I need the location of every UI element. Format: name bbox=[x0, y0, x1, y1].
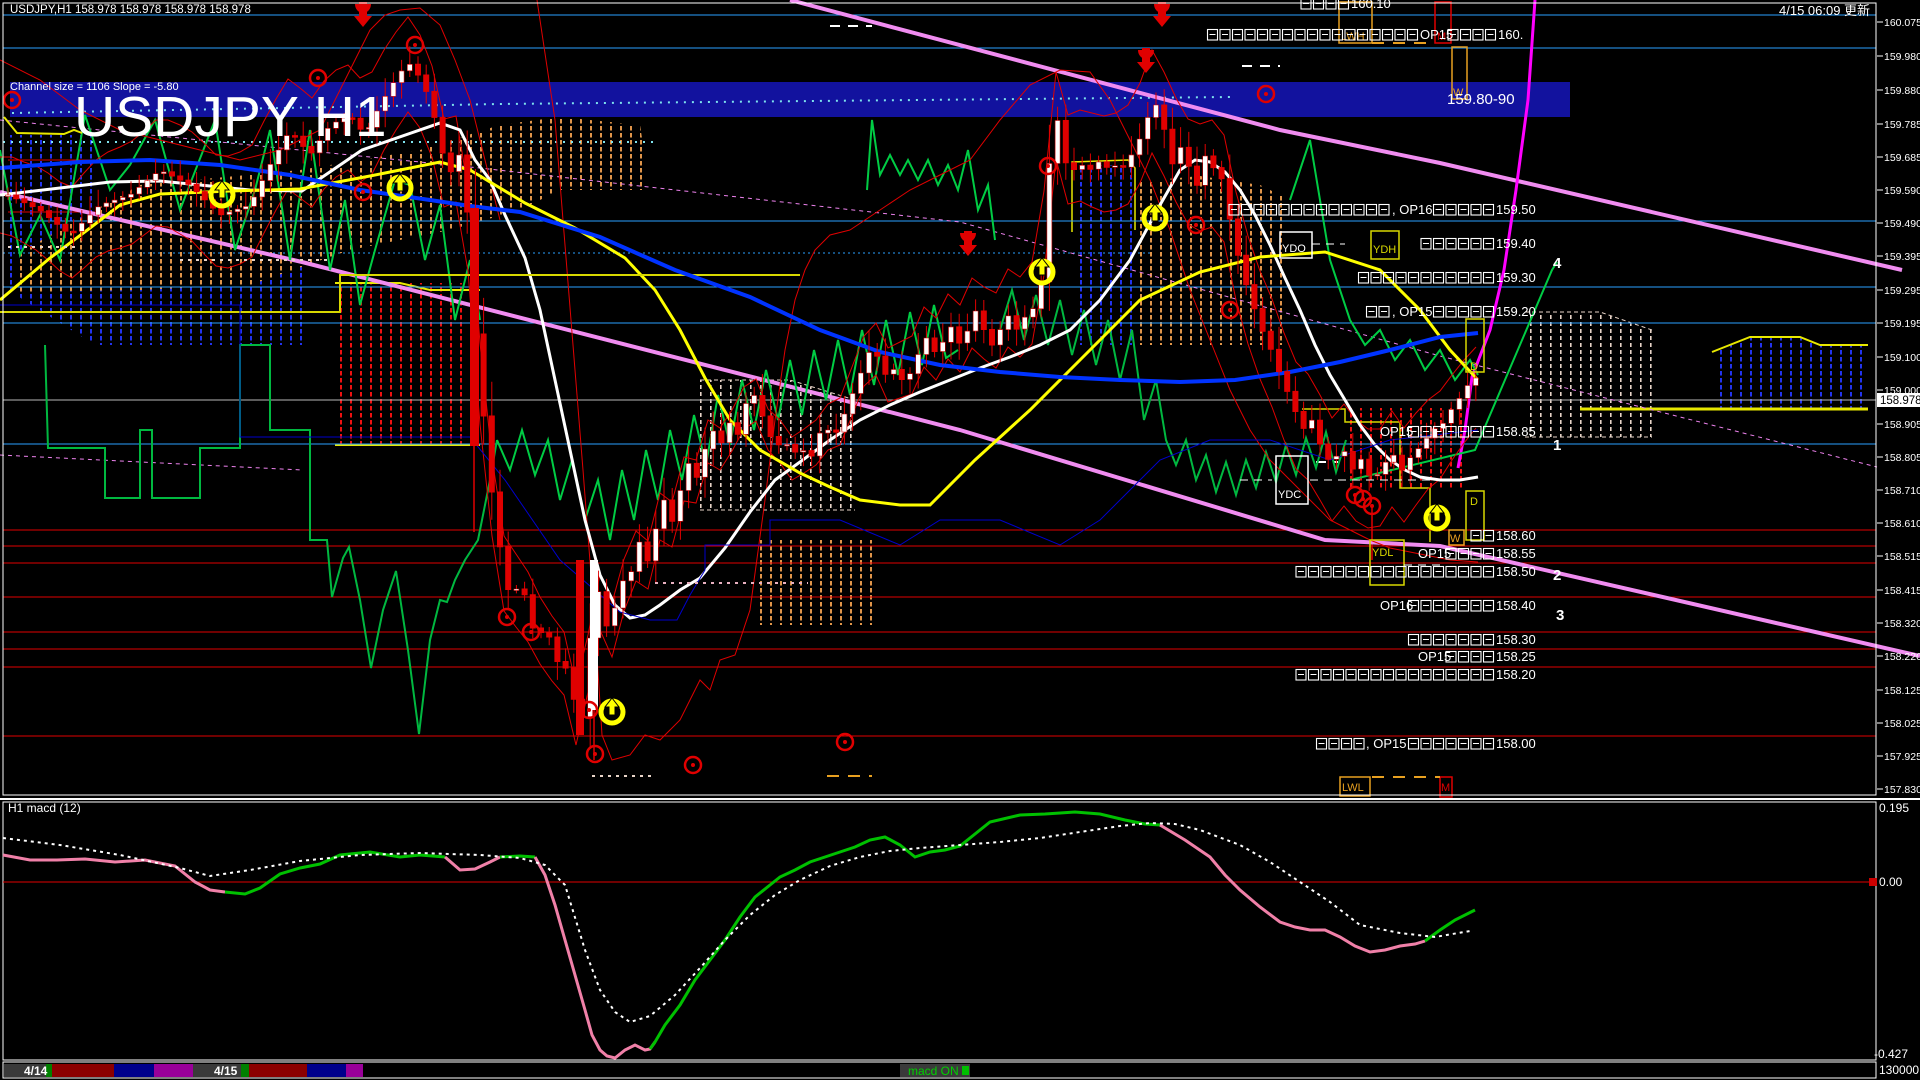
svg-text:158.40: 158.40 bbox=[1496, 598, 1536, 613]
svg-text:D: D bbox=[1470, 361, 1478, 373]
svg-text:H1 macd (12): H1 macd (12) bbox=[8, 801, 81, 815]
svg-text:0.00: 0.00 bbox=[1879, 875, 1903, 889]
svg-text:159.880: 159.880 bbox=[1884, 85, 1920, 97]
svg-text:, OP15: , OP15 bbox=[1392, 304, 1432, 319]
svg-text:4: 4 bbox=[1553, 255, 1562, 272]
svg-text:159.30: 159.30 bbox=[1496, 270, 1536, 285]
svg-text:158.125: 158.125 bbox=[1884, 685, 1920, 697]
svg-text:158.60: 158.60 bbox=[1496, 528, 1536, 543]
svg-text:158.905: 158.905 bbox=[1884, 419, 1920, 431]
svg-text:159.40: 159.40 bbox=[1496, 236, 1536, 251]
svg-text:4/14: 4/14 bbox=[24, 1064, 48, 1078]
svg-text:158.50: 158.50 bbox=[1496, 564, 1536, 579]
svg-text:YDH: YDH bbox=[1373, 244, 1396, 256]
svg-text:, OP15: , OP15 bbox=[1366, 736, 1406, 751]
svg-text:158.25: 158.25 bbox=[1496, 649, 1536, 664]
svg-text:158.00: 158.00 bbox=[1496, 736, 1536, 751]
svg-text:158.415: 158.415 bbox=[1884, 585, 1920, 597]
svg-text:159.490: 159.490 bbox=[1884, 218, 1920, 230]
svg-text:YDL: YDL bbox=[1372, 547, 1393, 559]
svg-text:159.980: 159.980 bbox=[1884, 51, 1920, 63]
svg-text:158.025: 158.025 bbox=[1884, 718, 1920, 730]
svg-text:4/15 06:09 更新: 4/15 06:09 更新 bbox=[1779, 3, 1870, 18]
svg-text:158.30: 158.30 bbox=[1496, 632, 1536, 647]
svg-text:158.515: 158.515 bbox=[1884, 551, 1920, 563]
svg-text:159.685: 159.685 bbox=[1884, 152, 1920, 164]
svg-text:159.590: 159.590 bbox=[1884, 185, 1920, 197]
svg-text:3: 3 bbox=[1556, 607, 1564, 624]
svg-text:USDJPY H1: USDJPY H1 bbox=[74, 85, 387, 149]
svg-text:157.925: 157.925 bbox=[1884, 751, 1920, 763]
svg-text:YDO: YDO bbox=[1282, 243, 1306, 255]
svg-text:D: D bbox=[1470, 496, 1478, 508]
svg-text:158.220: 158.220 bbox=[1884, 651, 1920, 663]
svg-text:YDC: YDC bbox=[1278, 489, 1301, 501]
svg-text:159.50: 159.50 bbox=[1496, 202, 1536, 217]
svg-text:158.710: 158.710 bbox=[1884, 485, 1920, 497]
svg-text:158.610: 158.610 bbox=[1884, 518, 1920, 530]
svg-text:160.10: 160.10 bbox=[1351, 0, 1391, 11]
svg-text:158.805: 158.805 bbox=[1884, 452, 1920, 464]
svg-text:159.395: 159.395 bbox=[1884, 251, 1920, 263]
svg-text:159.80-90: 159.80-90 bbox=[1447, 91, 1515, 108]
svg-text:0.195: 0.195 bbox=[1879, 801, 1909, 815]
svg-text:macd ON: macd ON bbox=[908, 1064, 959, 1078]
svg-text:159.785: 159.785 bbox=[1884, 119, 1920, 131]
svg-text:-0.427: -0.427 bbox=[1874, 1047, 1908, 1061]
svg-text:1: 1 bbox=[1553, 437, 1561, 454]
svg-text:USDJPY,H1 158.978 158.978 158: USDJPY,H1 158.978 158.978 158.978 158.97… bbox=[10, 4, 251, 16]
svg-text:157.830: 157.830 bbox=[1884, 784, 1920, 796]
svg-text:160.: 160. bbox=[1498, 27, 1523, 42]
svg-text:4/15: 4/15 bbox=[214, 1064, 238, 1078]
svg-text:158.978: 158.978 bbox=[1880, 395, 1920, 407]
svg-text:159.295: 159.295 bbox=[1884, 285, 1920, 297]
svg-text:158.55: 158.55 bbox=[1496, 546, 1536, 561]
svg-text:159.195: 159.195 bbox=[1884, 318, 1920, 330]
svg-text:130000: 130000 bbox=[1879, 1063, 1919, 1077]
svg-text:LWL: LWL bbox=[1342, 782, 1364, 794]
svg-text:158.320: 158.320 bbox=[1884, 618, 1920, 630]
svg-text:160.075: 160.075 bbox=[1884, 17, 1920, 29]
svg-text:W: W bbox=[1450, 533, 1461, 545]
svg-text:158.85: 158.85 bbox=[1496, 424, 1536, 439]
svg-text:2: 2 bbox=[1553, 567, 1561, 584]
svg-text:158.20: 158.20 bbox=[1496, 667, 1536, 682]
svg-text:159.100: 159.100 bbox=[1884, 352, 1920, 364]
svg-text:, OP16: , OP16 bbox=[1392, 202, 1432, 217]
svg-text:M: M bbox=[1441, 782, 1450, 794]
svg-text:159.20: 159.20 bbox=[1496, 304, 1536, 319]
